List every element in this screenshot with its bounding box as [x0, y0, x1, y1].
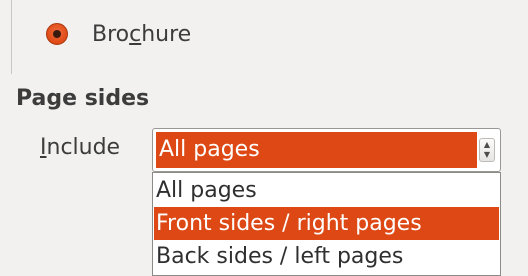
brochure-label[interactable]: Brochure — [92, 22, 191, 47]
include-label: Include — [40, 135, 120, 160]
brochure-label-end: hure — [141, 21, 192, 47]
include-combobox[interactable]: All pages ▲ ▼ — [152, 128, 501, 172]
radio-dot — [53, 30, 61, 38]
combo-up-down-icon[interactable]: ▲ ▼ — [479, 138, 495, 162]
radio-selected-icon[interactable] — [46, 23, 68, 45]
include-combobox-value[interactable]: All pages — [156, 132, 477, 168]
dropdown-option-back-sides[interactable]: Back sides / left pages — [154, 240, 499, 273]
brochure-label-mnemonic: c — [129, 21, 142, 47]
include-dropdown-list[interactable]: All pages Front sides / right pages Back… — [152, 172, 501, 276]
panel-border — [11, 0, 12, 74]
page-sides-heading: Page sides — [16, 86, 150, 111]
include-label-rest: nclude — [46, 135, 121, 160]
brochure-label-start: Bro — [92, 21, 130, 47]
dropdown-option-all-pages[interactable]: All pages — [154, 174, 499, 207]
brochure-option[interactable]: Brochure — [46, 16, 191, 52]
dropdown-option-front-sides[interactable]: Front sides / right pages — [154, 207, 499, 240]
